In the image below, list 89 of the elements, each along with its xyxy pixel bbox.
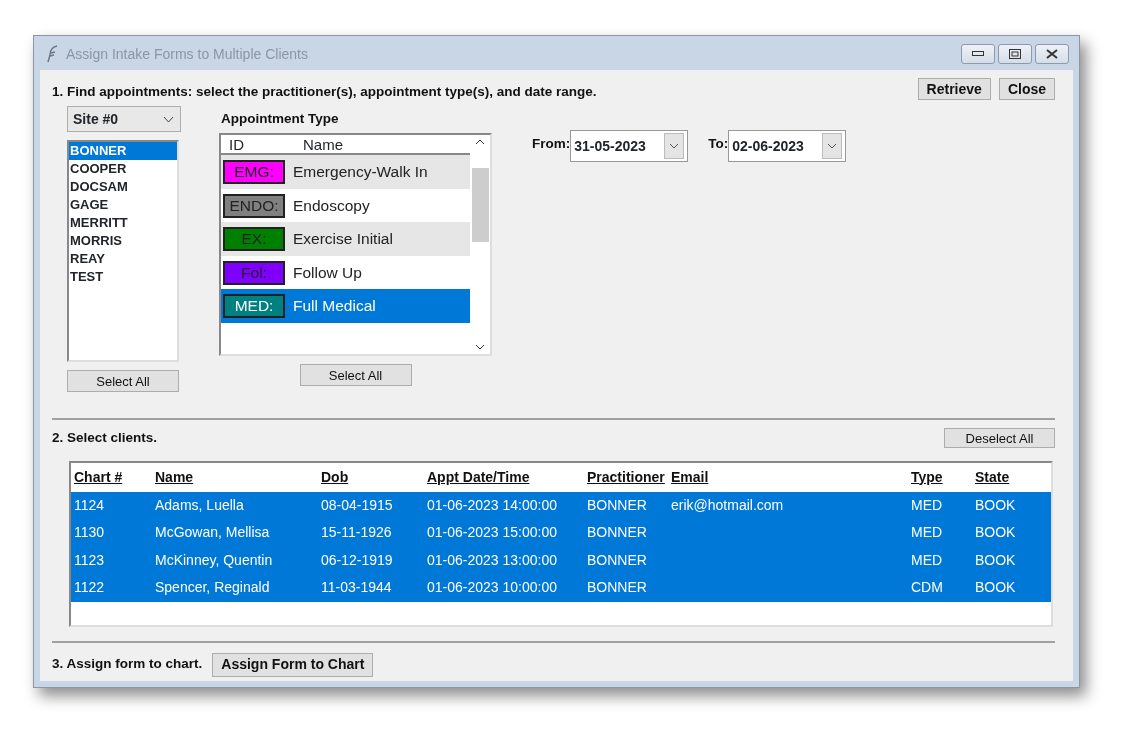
- appointment-type-row[interactable]: Fol: Follow Up: [221, 255, 470, 290]
- deselect-all-button[interactable]: Deselect All: [944, 428, 1055, 449]
- appointment-type-row[interactable]: ENDO: Endoscopy: [221, 188, 470, 223]
- select-all-button[interactable]: Select All: [299, 364, 412, 387]
- to-date-field[interactable]: 02-06-2023: [728, 130, 847, 163]
- table-cell-text: 01-06-2023 10:00:00: [427, 578, 558, 598]
- table-cell-text: BOOK: [975, 495, 1017, 515]
- table-cell-text: Adams, Luella: [155, 495, 245, 515]
- table-cell-text: McKinney, Quentin: [155, 550, 274, 570]
- practitioner-item[interactable]: REAY: [69, 250, 177, 269]
- section-heading: 3. Assign form to chart.: [52, 655, 203, 674]
- column-header[interactable]: Name: [155, 466, 321, 488]
- type-code-tag: Fol:: [223, 260, 285, 285]
- table-row[interactable]: 1122 Spencer, Reginald 11-03-1944 01-06-2023 10:00:00 BONNER CDM BOOK: [71, 574, 1051, 602]
- restore-icon: [1009, 49, 1021, 59]
- type-code-tag: MED:: [223, 294, 285, 318]
- chevron-down-icon[interactable]: [669, 143, 680, 150]
- table-row[interactable]: 1130 McGowan, Mellisa 15-11-1926 01-06-2023 15:00:00 BONNER MED BOOK: [71, 519, 1051, 547]
- column-header[interactable]: State: [975, 466, 1045, 488]
- feather-icon: [46, 45, 60, 63]
- table-cell-text: BONNER: [587, 523, 648, 543]
- appointment-type-row[interactable]: MED: Full Medical: [221, 289, 470, 323]
- section-heading: 2. Select clients.: [52, 429, 158, 448]
- table-cell-text: 06-12-1919: [321, 550, 394, 570]
- column-header[interactable]: Appt Date/Time: [427, 466, 587, 488]
- table-cell-text: erik@hotmail.com: [671, 495, 785, 515]
- practitioner-item[interactable]: MERRITT: [69, 214, 177, 233]
- column-header: Name: [303, 135, 343, 154]
- window-title: Assign Intake Forms to Multiple Clients: [66, 44, 308, 64]
- maximize-button[interactable]: [998, 44, 1032, 64]
- table-cell-text: McGowan, Mellisa: [155, 523, 271, 543]
- table-cell-text: 01-06-2023 14:00:00: [427, 495, 558, 515]
- table-cell-text: Spencer, Reginald: [155, 578, 271, 598]
- from-date-field[interactable]: 31-05-2023: [570, 130, 689, 163]
- table-cell-text: 1122: [73, 578, 106, 598]
- window-close-button[interactable]: [1035, 44, 1069, 64]
- appointment-type-label: Appointment Type: [221, 110, 340, 129]
- column-header[interactable]: Chart #: [71, 466, 155, 488]
- to-label: To:: [708, 135, 729, 154]
- table-cell-text: 08-04-1915: [321, 495, 394, 515]
- practitioner-item[interactable]: BONNER: [69, 142, 177, 161]
- type-code-tag: ENDO:: [223, 193, 285, 218]
- column-header[interactable]: Email: [671, 466, 911, 488]
- table-cell-text: 01-06-2023 13:00:00: [427, 550, 558, 570]
- chevron-down-icon[interactable]: [475, 344, 485, 351]
- from-label: From:: [532, 135, 571, 154]
- type-code-tag: EMG:: [223, 160, 285, 184]
- table-cell-text: MED: [911, 495, 944, 515]
- practitioner-item[interactable]: MORRIS: [69, 232, 177, 251]
- table-cell-text: BONNER: [587, 495, 648, 515]
- table-cell-text: 1130: [73, 523, 106, 543]
- table-cell-text: 1124: [73, 495, 106, 515]
- chevron-up-icon[interactable]: [475, 139, 485, 146]
- appointment-type-row[interactable]: EMG: Emergency-Walk In: [221, 155, 470, 189]
- table-cell-text: 01-06-2023 15:00:00: [427, 523, 558, 543]
- retrieve-button[interactable]: Retrieve: [917, 78, 991, 100]
- table-cell-text: 15-11-1926: [321, 523, 393, 543]
- practitioner-item[interactable]: DOCSAM: [69, 178, 177, 197]
- table-cell-text: MED: [911, 550, 944, 570]
- column-header[interactable]: Type: [911, 466, 975, 488]
- close-icon: [1046, 49, 1058, 59]
- column-header[interactable]: Dob: [321, 466, 427, 488]
- practitioner-item[interactable]: GAGE: [69, 196, 177, 215]
- table-cell-text: BONNER: [587, 578, 648, 598]
- practitioner-item[interactable]: COOPER: [69, 160, 177, 179]
- table-row[interactable]: 1124 Adams, Luella 08-04-1915 01-06-2023 14:00:00 BONNER erik@hotmail.com MED BOOK: [71, 491, 1051, 519]
- column-header[interactable]: Practitioner: [587, 466, 671, 488]
- table-cell-text: BONNER: [587, 550, 648, 570]
- appointment-type-row[interactable]: EX: Exercise Initial: [221, 222, 470, 256]
- table-row[interactable]: 1123 McKinney, Quentin 06-12-1919 01-06-2023 13:00:00 BONNER MED BOOK: [71, 546, 1051, 574]
- minimize-button[interactable]: [961, 44, 995, 64]
- table-cell-text: CDM: [911, 578, 944, 598]
- table-cell-text: 1123: [73, 550, 106, 570]
- section-heading: 1. Find appointments: select the practitioner(s), appointment type(s), and date range.: [52, 83, 597, 101]
- assign-form-button[interactable]: Assign Form to Chart: [212, 652, 374, 677]
- type-code-tag: EX:: [223, 227, 285, 251]
- close-button[interactable]: Close: [998, 78, 1055, 100]
- practitioner-item[interactable]: TEST: [69, 268, 177, 287]
- table-cell-text: BOOK: [975, 550, 1017, 570]
- table-cell-text: MED: [911, 523, 944, 543]
- site-dropdown[interactable]: Site #0: [67, 106, 181, 133]
- minimize-icon: [972, 51, 984, 57]
- column-header: ID: [228, 135, 245, 154]
- table-cell-text: BOOK: [975, 523, 1017, 543]
- chevron-down-icon: [163, 115, 174, 123]
- chevron-down-icon[interactable]: [827, 143, 838, 150]
- table-cell-text: 11-03-1944: [321, 578, 393, 598]
- select-all-button[interactable]: Select All: [67, 370, 179, 393]
- table-cell-text: BOOK: [975, 578, 1017, 598]
